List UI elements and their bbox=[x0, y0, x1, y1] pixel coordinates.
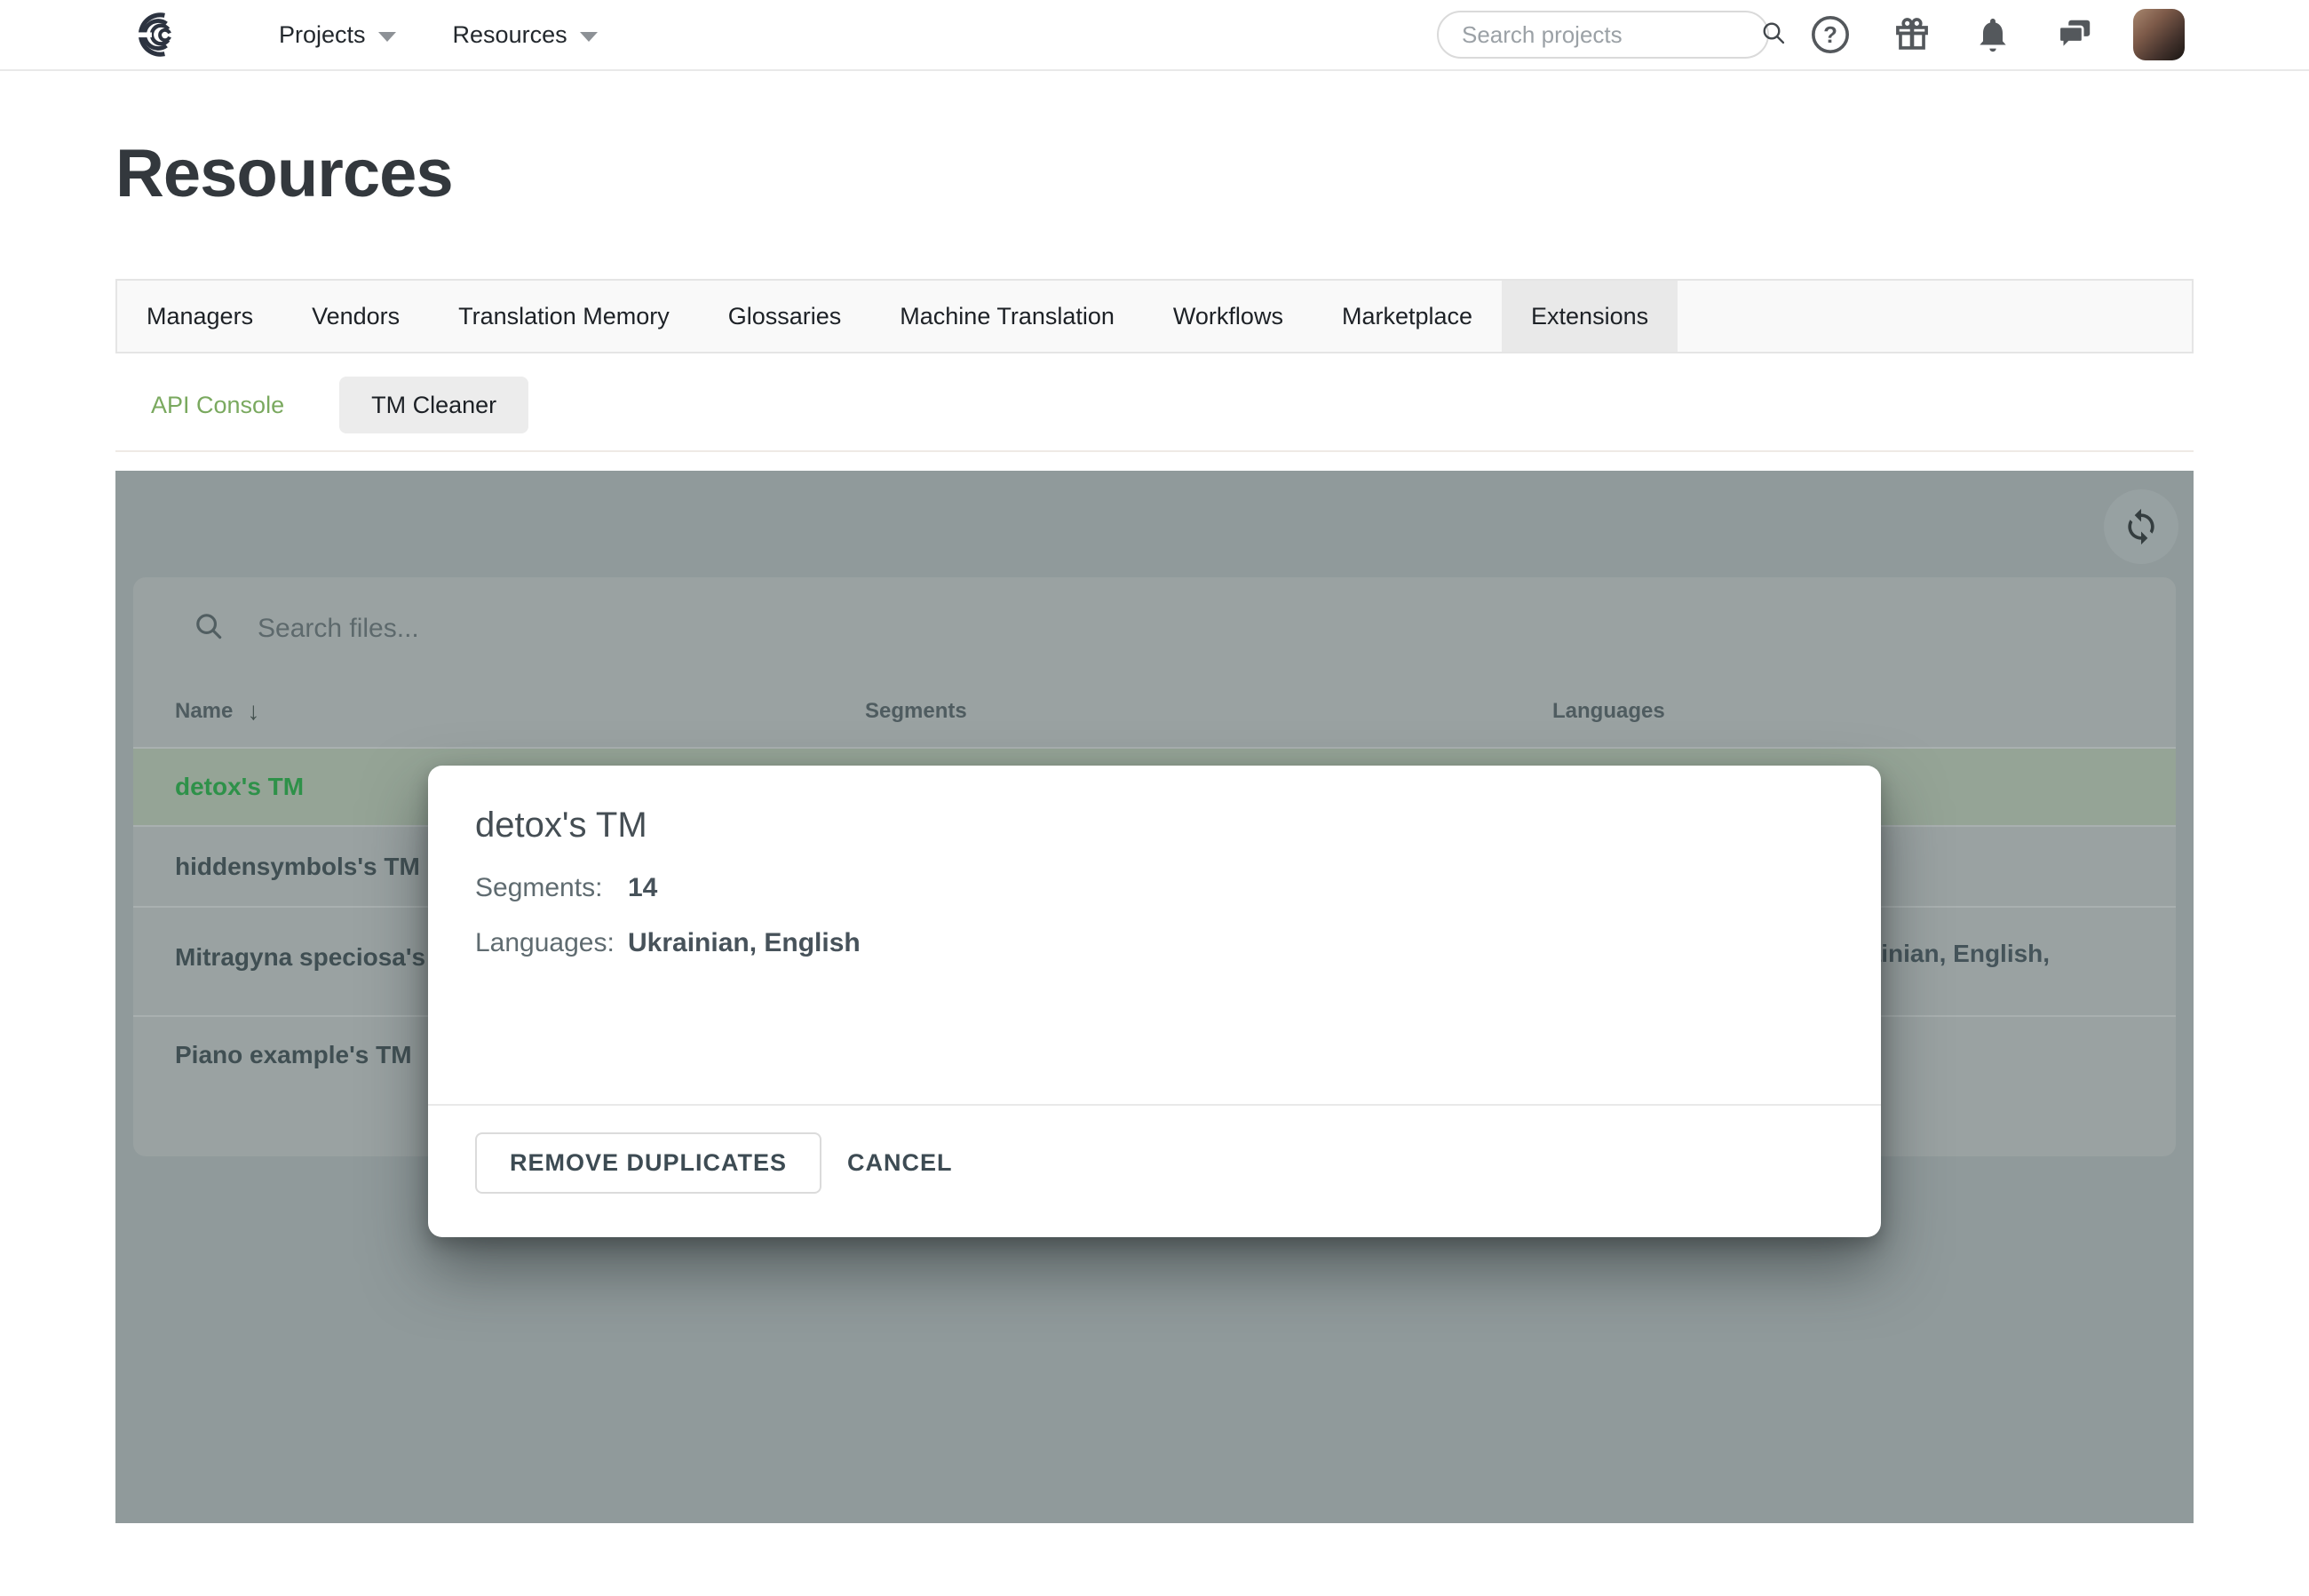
tab-extensions[interactable]: Extensions bbox=[1502, 281, 1678, 352]
refresh-button[interactable] bbox=[2104, 489, 2178, 564]
column-header-segments[interactable]: Segments bbox=[865, 699, 1552, 724]
help-button[interactable]: ? bbox=[1810, 14, 1851, 55]
cancel-button[interactable]: CANCEL bbox=[847, 1132, 953, 1194]
app: Projects Resources ? bbox=[0, 0, 2309, 1596]
bell-icon bbox=[1973, 15, 2012, 54]
chevron-down-icon bbox=[580, 32, 598, 42]
table-header-row: Name ↓ Segments Languages bbox=[133, 697, 2176, 726]
chat-button[interactable] bbox=[2053, 14, 2094, 55]
search-projects-box[interactable] bbox=[1437, 11, 1769, 59]
dialog-footer: REMOVE DUPLICATES CANCEL bbox=[428, 1104, 1881, 1194]
nav-projects[interactable]: Projects bbox=[279, 21, 396, 49]
nav-projects-label: Projects bbox=[279, 21, 366, 49]
tab-bar: Managers Vendors Translation Memory Glos… bbox=[115, 279, 2194, 353]
subtab-api-console[interactable]: API Console bbox=[115, 392, 320, 419]
tab-translation-memory[interactable]: Translation Memory bbox=[429, 281, 699, 352]
notifications-button[interactable] bbox=[1973, 15, 2012, 54]
column-header-languages[interactable]: Languages bbox=[1552, 699, 2176, 724]
svg-text:?: ? bbox=[1823, 23, 1837, 48]
main-content: Resources Managers Vendors Translation M… bbox=[0, 137, 2309, 1523]
avatar[interactable] bbox=[2133, 9, 2185, 60]
search-icon bbox=[192, 609, 226, 647]
tab-workflows[interactable]: Workflows bbox=[1144, 281, 1313, 352]
languages-label: Languages: bbox=[475, 927, 628, 959]
gifts-button[interactable] bbox=[1892, 14, 1932, 55]
tab-machine-translation[interactable]: Machine Translation bbox=[870, 281, 1144, 352]
search-icon bbox=[1759, 19, 1788, 52]
search-files-box[interactable] bbox=[133, 577, 2176, 647]
tab-vendors[interactable]: Vendors bbox=[282, 281, 429, 352]
divider bbox=[115, 450, 2194, 452]
question-icon: ? bbox=[1810, 14, 1851, 55]
search-files-input[interactable] bbox=[258, 614, 1501, 644]
logo[interactable] bbox=[124, 10, 183, 60]
tm-details-dialog: detox's TM Segments: 14 Languages: Ukrai… bbox=[428, 766, 1881, 1237]
sort-desc-icon[interactable]: ↓ bbox=[247, 697, 259, 726]
tm-cleaner-panel: Name ↓ Segments Languages detox's TM hid… bbox=[115, 471, 2194, 1523]
tab-glossaries[interactable]: Glossaries bbox=[699, 281, 871, 352]
extensions-subtabs: API Console TM Cleaner bbox=[115, 377, 2194, 433]
nav-resources-label: Resources bbox=[453, 21, 567, 49]
column-header-name[interactable]: Name bbox=[175, 699, 233, 724]
chevron-down-icon bbox=[378, 32, 396, 42]
subtab-tm-cleaner[interactable]: TM Cleaner bbox=[339, 377, 528, 433]
gift-icon bbox=[1892, 14, 1932, 55]
dialog-title: detox's TM bbox=[475, 801, 1834, 849]
tab-marketplace[interactable]: Marketplace bbox=[1313, 281, 1502, 352]
nav-resources[interactable]: Resources bbox=[453, 21, 598, 49]
segments-label: Segments: bbox=[475, 872, 628, 904]
chat-bubbles-icon bbox=[2053, 14, 2094, 55]
languages-value: Ukrainian, English bbox=[628, 927, 861, 959]
refresh-icon bbox=[2122, 507, 2161, 546]
remove-duplicates-button[interactable]: REMOVE DUPLICATES bbox=[475, 1132, 821, 1194]
tab-managers[interactable]: Managers bbox=[117, 281, 282, 352]
page-title: Resources bbox=[115, 137, 2194, 211]
top-navbar: Projects Resources ? bbox=[0, 0, 2309, 71]
search-projects-input[interactable] bbox=[1462, 21, 1759, 49]
segments-field: Segments: 14 bbox=[475, 872, 1834, 904]
dialog-body: detox's TM Segments: 14 Languages: Ukrai… bbox=[428, 766, 1881, 1104]
segments-value: 14 bbox=[628, 872, 657, 904]
languages-field: Languages: Ukrainian, English bbox=[475, 927, 1834, 959]
